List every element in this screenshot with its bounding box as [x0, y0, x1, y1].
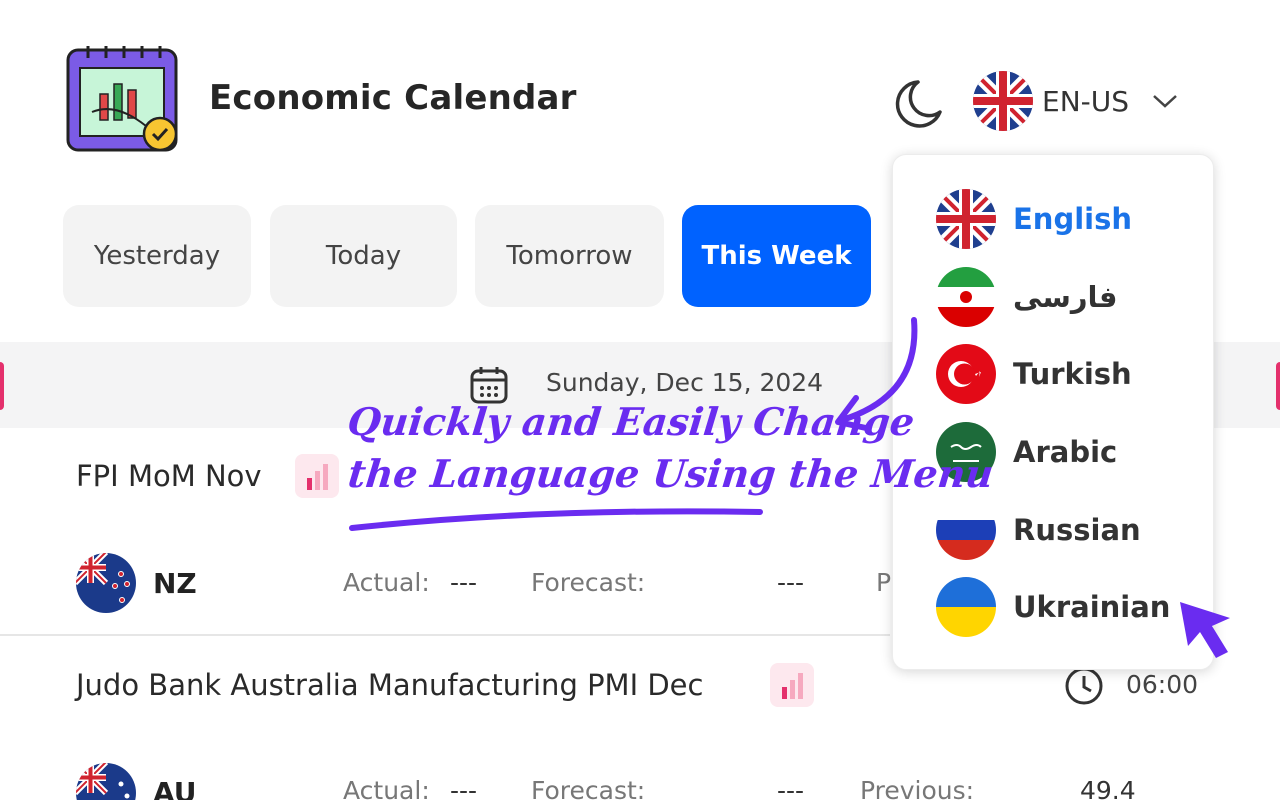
country-code: NZ — [153, 567, 197, 600]
language-selector-button[interactable]: EN-US — [972, 70, 1179, 132]
promo-line: Quickly and Easily Change — [345, 399, 917, 444]
row-divider — [0, 634, 890, 636]
previous-day-handle[interactable] — [0, 362, 4, 410]
tab-today[interactable]: Today — [270, 205, 457, 307]
moon-icon[interactable] — [890, 78, 944, 128]
language-option-turkish[interactable]: Turkish — [935, 343, 1132, 405]
russia-flag-icon — [935, 499, 997, 561]
language-option-label: Russian — [1013, 513, 1141, 547]
current-date: Sunday, Dec 15, 2024 — [546, 368, 824, 397]
promo-line: the Language Using the Menu — [345, 451, 996, 496]
nz-flag-icon — [75, 552, 137, 614]
forecast-value: --- — [777, 568, 805, 597]
language-option-russian[interactable]: Russian — [935, 499, 1141, 561]
actual-value: --- — [450, 568, 478, 597]
tab-yesterday[interactable]: Yesterday — [63, 205, 251, 307]
app-title: Economic Calendar — [209, 78, 577, 118]
previous-label: Previous: — [860, 776, 975, 800]
app-logo — [66, 42, 180, 156]
country-code: AU — [153, 776, 197, 800]
forecast-label: Forecast: — [531, 776, 646, 800]
language-option-label: Arabic — [1013, 435, 1118, 469]
clock-icon — [1065, 667, 1103, 705]
forecast-label: Forecast: — [531, 568, 646, 597]
impact-bars-icon — [295, 454, 339, 498]
language-menu: English فارسی Turkish Arabic Russian Ukr… — [892, 154, 1214, 670]
language-option-english[interactable]: English — [935, 188, 1132, 250]
language-option-farsi[interactable]: فارسی — [935, 266, 1117, 328]
tab-this-week[interactable]: This Week — [682, 205, 871, 307]
event-time: 06:00 — [1126, 670, 1199, 699]
language-option-label: Ukrainian — [1013, 590, 1171, 624]
uk-flag-icon — [935, 188, 997, 250]
ukraine-flag-icon — [935, 576, 997, 638]
tab-tomorrow[interactable]: Tomorrow — [475, 205, 664, 307]
language-option-label: فارسی — [1013, 280, 1118, 314]
event-title[interactable]: Judo Bank Australia Manufacturing PMI De… — [76, 668, 703, 702]
previous-value: 49.4 — [1080, 776, 1136, 800]
uk-flag-icon — [972, 70, 1034, 132]
actual-value: --- — [450, 776, 478, 800]
promo-caption: Quickly and Easily Change the Language U… — [340, 396, 996, 500]
language-code: EN-US — [1042, 84, 1130, 118]
previous-label: P — [876, 568, 892, 597]
turkey-flag-icon — [935, 343, 997, 405]
language-option-ukrainian[interactable]: Ukrainian — [935, 576, 1170, 638]
event-title[interactable]: FPI MoM Nov — [76, 459, 262, 493]
actual-label: Actual: — [343, 776, 430, 800]
au-flag-icon — [75, 762, 137, 800]
language-option-label: Turkish — [1013, 357, 1132, 391]
underline-swoosh — [349, 508, 763, 531]
calendar-chart-icon — [66, 46, 178, 152]
iran-flag-icon — [935, 266, 997, 328]
language-option-label: English — [1013, 202, 1133, 236]
next-day-handle[interactable] — [1276, 362, 1280, 410]
forecast-value: --- — [777, 776, 805, 800]
actual-label: Actual: — [343, 568, 430, 597]
impact-bars-icon — [770, 663, 814, 707]
chevron-down-icon — [1153, 95, 1177, 108]
